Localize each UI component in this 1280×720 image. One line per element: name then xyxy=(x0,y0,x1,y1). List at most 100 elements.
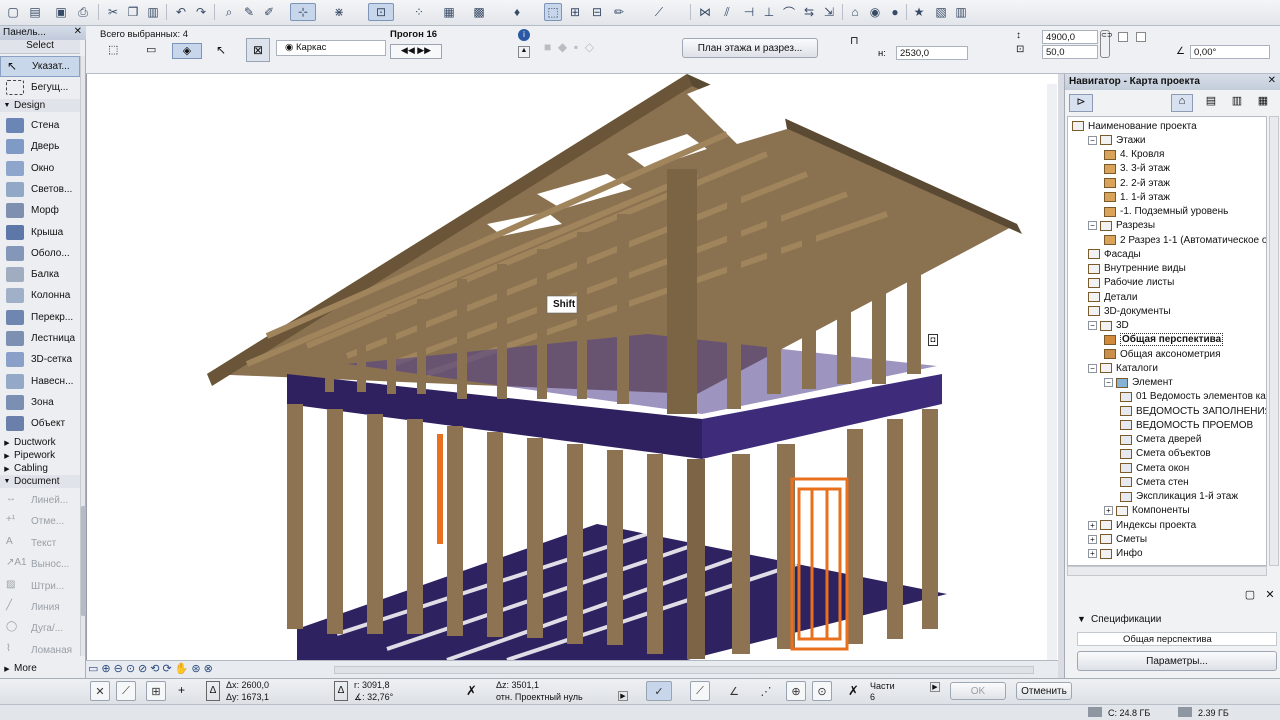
tree-item[interactable]: 2 Разрез 1-1 (Автоматическое о xyxy=(1104,233,1266,247)
tree-item[interactable]: Наименование проекта xyxy=(1072,119,1197,133)
pencil-icon[interactable]: ✏ xyxy=(610,3,628,21)
gravity-icon[interactable]: ⊹ xyxy=(290,3,316,21)
tool-fill[interactable]: ▨ Штри... xyxy=(0,576,80,597)
publisher-sets-icon[interactable]: ▦ xyxy=(1253,94,1273,112)
info-icon[interactable]: i xyxy=(518,29,530,41)
tool-shell[interactable]: Оболо... xyxy=(0,243,80,264)
elevation-marker-icon[interactable]: ⊟ xyxy=(588,3,606,21)
floor-plan-section-button[interactable]: План этажа и разрез... xyxy=(682,38,818,58)
measure-icon[interactable]: ⟋ xyxy=(650,3,668,21)
tree-item[interactable]: − Этажи xyxy=(1088,133,1146,147)
geometry-method-icon[interactable]: ⬚ xyxy=(108,43,128,61)
edit-shape-icon[interactable]: ◈ xyxy=(172,43,202,59)
reference-dropdown[interactable]: ▶ xyxy=(618,691,628,701)
render-icon[interactable]: ◉ xyxy=(866,3,884,21)
tree-item[interactable]: 2. 2-й этаж xyxy=(1104,176,1170,190)
redo-icon[interactable]: ↷ xyxy=(192,3,210,21)
collapse-icon[interactable]: − xyxy=(1088,363,1097,373)
expand-icon[interactable]: + xyxy=(1088,534,1097,544)
pen-set-icon[interactable]: ♦ xyxy=(508,3,526,21)
tool-zone[interactable]: Зона xyxy=(0,392,80,413)
height-field[interactable]: 4900,0 xyxy=(1042,30,1098,44)
tool-polyline[interactable]: ⌇ Ломаная xyxy=(0,640,80,661)
zoom-navigation-icons[interactable]: ▭⊕⊖⊙⊘⟲⟳✋⊛⊗ xyxy=(88,662,328,677)
plus-icon[interactable]: + xyxy=(178,683,185,697)
adjust-icon[interactable]: ⊣ xyxy=(740,3,758,21)
tree-item[interactable]: ВЕДОМОСТЬ ЗАПОЛНЕНИЯ С xyxy=(1120,404,1266,418)
group-document[interactable]: ▼ Document xyxy=(0,475,80,488)
tool-morph[interactable]: Морф xyxy=(0,200,80,221)
tree-item[interactable]: 3. 3-й этаж xyxy=(1104,162,1170,176)
group-ductwork[interactable]: ▶ Ductwork xyxy=(0,436,80,449)
tree-item[interactable]: 3D-документы xyxy=(1088,304,1171,318)
group-cabling[interactable]: ▶ Cabling xyxy=(0,462,80,475)
viewport-scrollbar-h[interactable] xyxy=(334,666,1034,674)
collapse-icon[interactable]: − xyxy=(1088,221,1097,231)
delete-icon[interactable]: ✕ xyxy=(1261,588,1279,604)
cut-icon[interactable]: ✂ xyxy=(104,3,122,21)
tool-stair[interactable]: Лестница xyxy=(0,328,80,349)
tree-item[interactable]: 01 Ведомость элементов кар xyxy=(1120,390,1266,404)
tree-item[interactable]: Смета объектов xyxy=(1120,447,1211,461)
suspend-groups-icon[interactable]: ⊡ xyxy=(368,3,394,21)
tool-linear-dimension[interactable]: ↔ Линей... xyxy=(0,490,80,511)
tree-item[interactable]: − 3D xyxy=(1088,319,1129,333)
open-file-icon[interactable]: ▤ xyxy=(26,3,44,21)
display-mode-select[interactable]: ◉ Каркас xyxy=(276,40,386,56)
angle-snap-icon[interactable]: ∠ xyxy=(724,681,744,701)
group-more[interactable]: ▶ More xyxy=(0,662,80,675)
tree-item[interactable]: Детали xyxy=(1088,290,1137,304)
tool-wall[interactable]: Стена xyxy=(0,115,80,136)
trace-icon[interactable]: ⬚ xyxy=(544,3,562,21)
tree-item[interactable]: + Компоненты xyxy=(1104,504,1190,518)
copy-icon[interactable]: ❐ xyxy=(124,3,142,21)
expand-icon[interactable]: + xyxy=(1088,549,1097,558)
tool-object[interactable]: Объект xyxy=(0,413,80,434)
paste-icon[interactable]: ▥ xyxy=(144,3,162,21)
tree-item[interactable]: 1. 1-й этаж xyxy=(1104,190,1170,204)
intersect-icon[interactable]: ⊥ xyxy=(760,3,778,21)
layout-book-icon[interactable]: ▥ xyxy=(1227,94,1247,112)
special-snap-icon[interactable]: ⊕ xyxy=(786,681,806,701)
tree-item[interactable]: − Разрезы xyxy=(1088,219,1155,233)
ok-button[interactable]: OK xyxy=(950,682,1006,700)
offset-icon[interactable]: ⇆ xyxy=(800,3,818,21)
mirror-icon[interactable]: ⋈ xyxy=(696,3,714,21)
tree-scrollbar-h[interactable] xyxy=(1067,566,1267,576)
chevron-down-icon[interactable]: ▼ xyxy=(1077,614,1086,624)
resize-icon[interactable]: ⇲ xyxy=(820,3,838,21)
tool-marquee[interactable]: Бегущ... xyxy=(0,77,80,98)
expand-icon[interactable]: + xyxy=(1088,520,1097,530)
parts-dropdown[interactable]: ▶ xyxy=(930,682,940,692)
collapse-icon[interactable]: ▲ xyxy=(518,46,530,58)
grid-icon[interactable]: ⊞ xyxy=(146,681,166,701)
link-dimensions-icon[interactable]: ⊂⊃ xyxy=(1100,30,1113,58)
elevation-field[interactable]: 2530,0 xyxy=(896,46,968,60)
tool-pointer[interactable]: ↖ Указат... xyxy=(0,56,80,77)
close-icon[interactable]: ✕ xyxy=(1268,75,1276,86)
tree-item[interactable]: Общая аксонометрия xyxy=(1104,347,1221,361)
collapse-icon[interactable]: − xyxy=(1104,378,1113,387)
snap-icon[interactable]: ⋇ xyxy=(330,3,348,21)
find-select-icon[interactable]: ⌕ xyxy=(220,3,238,21)
tree-item[interactable]: − Элемент xyxy=(1104,376,1173,390)
tree-item[interactable]: Внутренние виды xyxy=(1088,262,1186,276)
tree-item[interactable]: + Сметы xyxy=(1088,532,1147,546)
tool-text[interactable]: A Текст xyxy=(0,533,80,554)
tool-roof[interactable]: Крыша xyxy=(0,222,80,243)
close-icon[interactable]: ✕ xyxy=(74,26,82,37)
tree-item[interactable]: Общая перспектива xyxy=(1104,333,1224,347)
project-map-icon[interactable]: ⌂ xyxy=(1171,94,1193,112)
tool-beam[interactable]: Балка xyxy=(0,264,80,285)
tool-arc[interactable]: ◯ Дуга/... xyxy=(0,618,80,639)
viewport-scrollbar-v[interactable] xyxy=(1047,84,1057,660)
grid-snap-icon[interactable]: ⁘ xyxy=(410,3,428,21)
save-icon[interactable]: ▣ xyxy=(52,3,70,21)
select-header[interactable]: Select xyxy=(0,40,80,54)
snap-guide-icon[interactable]: ⟋ xyxy=(116,681,136,701)
publisher-icon[interactable]: ▧ xyxy=(932,3,950,21)
tree-item[interactable]: − Каталоги xyxy=(1088,361,1158,375)
group-design[interactable]: ▼ Design xyxy=(0,99,80,112)
tool-skylight[interactable]: Светов... xyxy=(0,179,80,200)
tree-item[interactable]: Смета стен xyxy=(1120,475,1189,489)
